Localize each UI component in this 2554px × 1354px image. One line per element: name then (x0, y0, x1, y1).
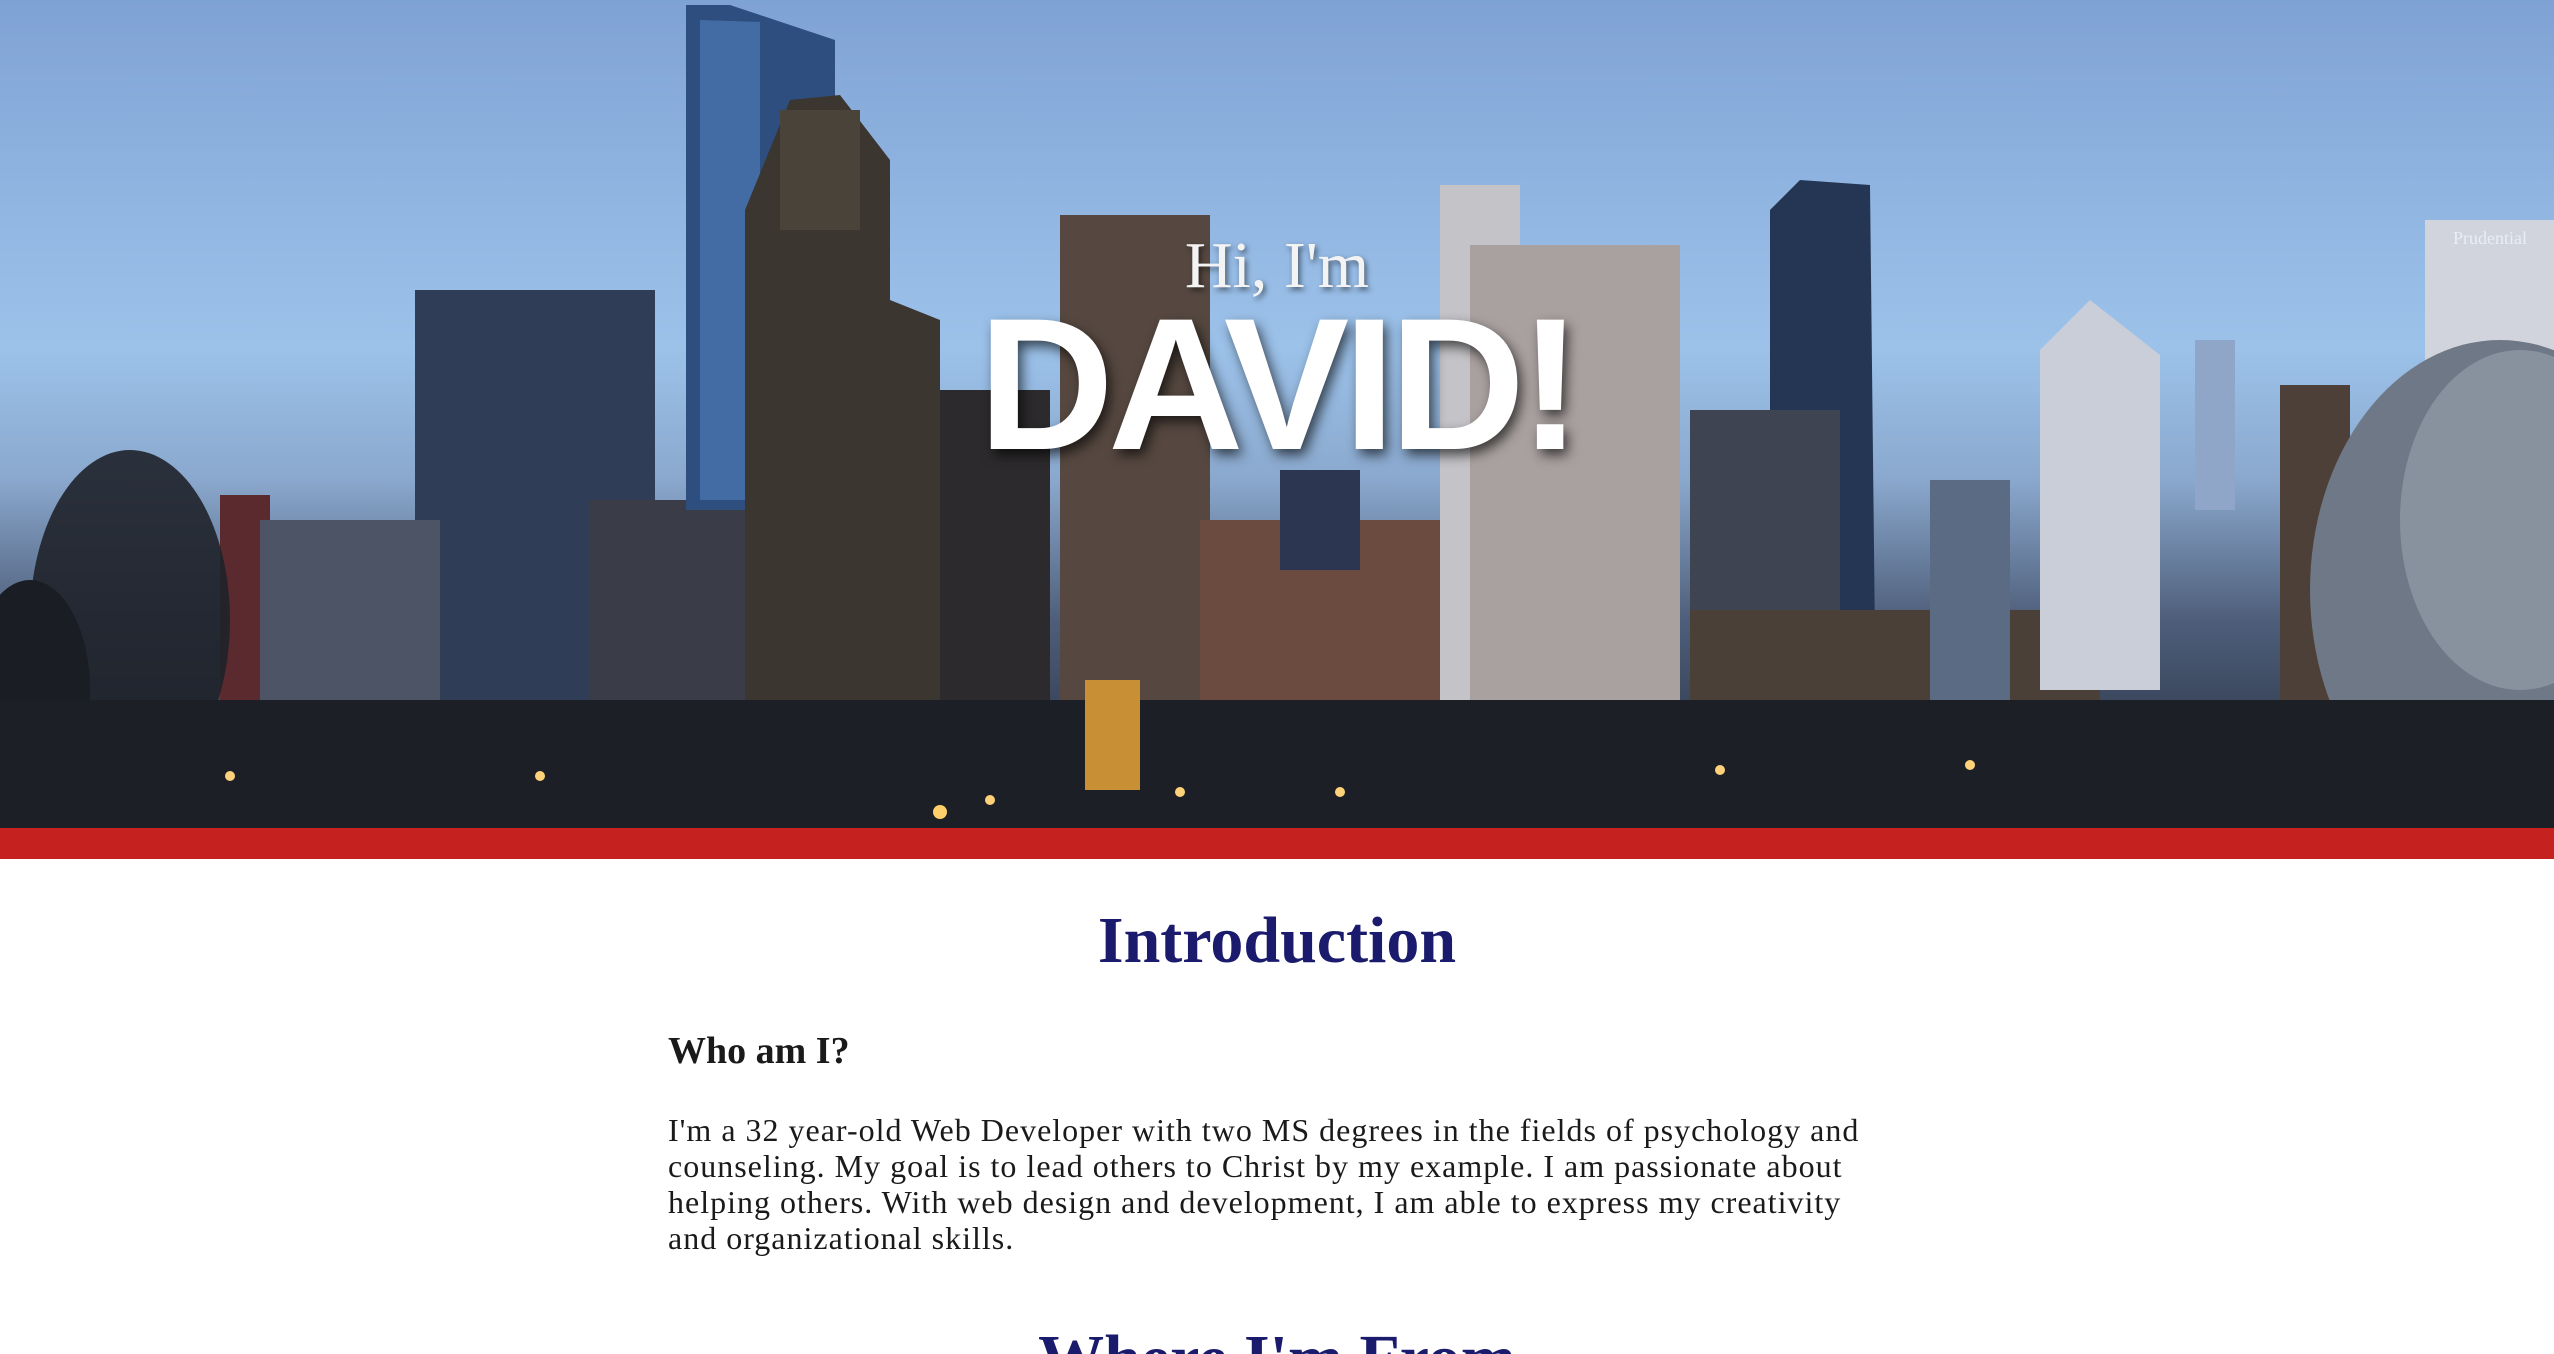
page: Prudential Hi, I'm DAVID! Introduction W… (0, 0, 2554, 1354)
introduction-paragraph: I'm a 32 year-old Web Developer with two… (668, 1112, 1860, 1256)
where-from-title: Where I'm From (0, 1321, 2554, 1354)
hero-banner: Prudential Hi, I'm DAVID! (0, 0, 2554, 828)
introduction-title: Introduction (1097, 904, 1457, 977)
accent-divider (0, 828, 2554, 859)
main-content: Introduction Who am I? I'm a 32 year-old… (0, 859, 2554, 1354)
who-am-i-heading: Who am I? (668, 1030, 850, 1072)
hero-name: DAVID! (978, 279, 1582, 489)
